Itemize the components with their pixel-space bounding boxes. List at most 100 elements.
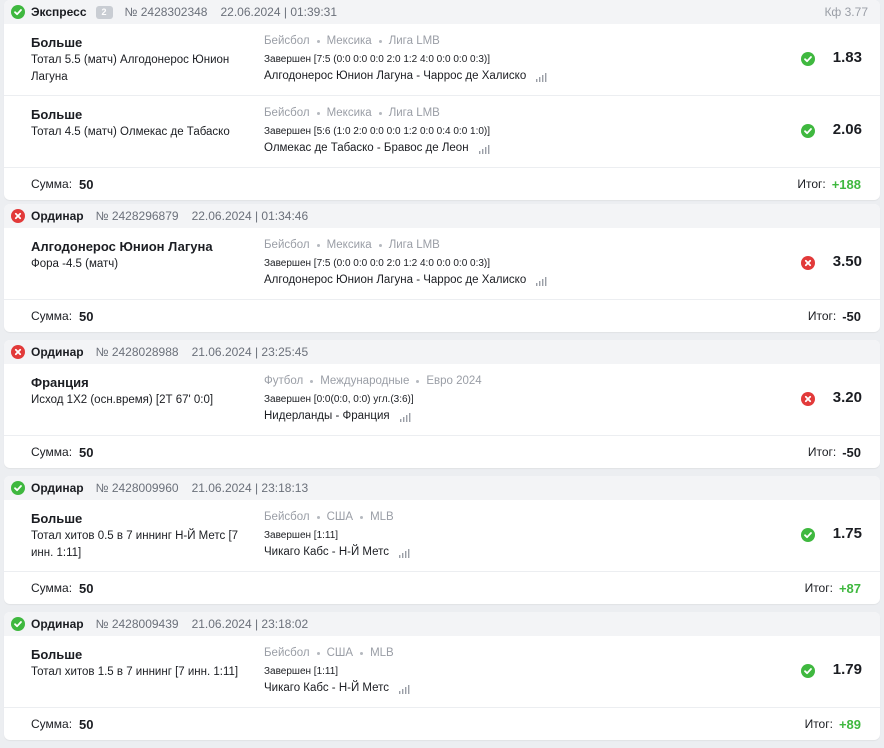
bet-type: Ординар [31, 617, 84, 631]
sum-label: Сумма: [31, 445, 73, 459]
cross-circle-icon [801, 256, 815, 270]
event-breadcrumb: Бейсбол США MLB [264, 510, 704, 524]
event-odds: 1.75 [832, 525, 862, 542]
event-odds: 3.20 [832, 389, 862, 406]
event-outcome: Больше [31, 647, 83, 662]
bet-header: Экспресс 2 № 2428302348 22.06.2024 | 01:… [4, 0, 880, 24]
event-teams[interactable]: Алгодонерос Юнион Лагуна - Чаррос де Хал… [264, 69, 526, 84]
bet-type: Ординар [31, 481, 84, 495]
bet-card[interactable]: Экспресс 2 № 2428302348 22.06.2024 | 01:… [4, 0, 880, 200]
bet-number: № 2428296879 [95, 209, 179, 223]
sum-label: Сумма: [31, 581, 73, 595]
event-teams[interactable]: Чикаго Кабс - Н-Й Метс [264, 545, 389, 560]
bet-footer: Сумма: 50 Итог: -50 [4, 300, 880, 332]
event-outcome: Алгодонерос Юнион Лагуна [31, 239, 213, 254]
bet-footer: Сумма: 50 Итог: +87 [4, 572, 880, 604]
event-league: MLB [370, 511, 394, 523]
event-score: Завершен [7:5 (0:0 0:0 0:0 2:0 1:2 4:0 0… [264, 54, 491, 65]
bet-card[interactable]: Ординар № 2428009960 21.06.2024 | 23:18:… [4, 476, 880, 604]
event-row[interactable]: Больше Тотал 5.5 (матч) Алгодонерос Юнио… [4, 24, 880, 96]
event-breadcrumb: Футбол Международные Евро 2024 [264, 374, 704, 388]
event-league: MLB [370, 647, 394, 659]
bet-date: 21.06.2024 | 23:18:13 [191, 481, 309, 495]
total-label: Итог: [804, 581, 833, 595]
bet-date: 22.06.2024 | 01:34:46 [191, 209, 309, 223]
sum-label: Сумма: [31, 177, 73, 191]
event-country: Мексика [326, 239, 372, 251]
total-label: Итог: [804, 717, 833, 731]
bet-type: Экспресс [31, 5, 87, 19]
event-market: Тотал хитов 1.5 в 7 иннинг [7 инн. 1:11] [31, 666, 239, 678]
event-row[interactable]: Больше Тотал 4.5 (матч) Олмекас де Табас… [4, 96, 880, 168]
bet-footer: Сумма: 50 Итог: -50 [4, 436, 880, 468]
bet-card[interactable]: Ординар № 2428028988 21.06.2024 | 23:25:… [4, 340, 880, 468]
bet-header: Ординар № 2428028988 21.06.2024 | 23:25:… [4, 340, 880, 364]
stats-bars-icon[interactable] [478, 144, 490, 154]
sum-label: Сумма: [31, 717, 73, 731]
total-label: Итог: [807, 445, 837, 459]
event-sport: Бейсбол [264, 511, 310, 523]
bet-header: Ординар № 2428009439 21.06.2024 | 23:18:… [4, 612, 880, 636]
event-sport: Бейсбол [264, 107, 310, 119]
event-breadcrumb: Бейсбол Мексика Лига LMB [264, 34, 704, 48]
event-score: Завершен [5:6 (1:0 2:0 0:0 0:0 1:2 0:0 0… [264, 126, 491, 137]
event-country: США [326, 647, 354, 659]
event-country: Международные [320, 375, 410, 387]
event-outcome: Франция [31, 375, 89, 390]
bet-footer: Сумма: 50 Итог: +89 [4, 708, 880, 740]
event-league: Лига LMB [388, 35, 440, 47]
total-label: Итог: [797, 177, 826, 191]
event-market: Тотал 4.5 (матч) Олмекас де Табаско [31, 126, 230, 138]
sum-value: 50 [79, 308, 94, 324]
check-circle-icon [801, 528, 815, 542]
event-teams[interactable]: Олмекас де Табаско - Бравос де Леон [264, 141, 469, 156]
event-outcome: Больше [31, 107, 83, 122]
event-breadcrumb: Бейсбол Мексика Лига LMB [264, 106, 704, 120]
event-score: Завершен [7:5 (0:0 0:0 0:0 2:0 1:2 4:0 0… [264, 258, 491, 269]
sum-label: Сумма: [31, 309, 73, 323]
bet-footer: Сумма: 50 Итог: +188 [4, 168, 880, 200]
check-circle-icon [11, 5, 25, 19]
bet-card[interactable]: Ординар № 2428296879 22.06.2024 | 01:34:… [4, 204, 880, 332]
event-row[interactable]: Больше Тотал хитов 0.5 в 7 иннинг Н-Й Ме… [4, 500, 880, 572]
event-teams[interactable]: Чикаго Кабс - Н-Й Метс [264, 681, 389, 696]
total-value: -50 [842, 444, 861, 460]
bet-number: № 2428009960 [95, 481, 179, 495]
sum-value: 50 [79, 716, 94, 732]
check-circle-icon [801, 52, 815, 66]
stats-bars-icon[interactable] [399, 548, 410, 558]
event-teams[interactable]: Нидерланды - Франция [264, 409, 390, 424]
event-league: Лига LMB [388, 239, 440, 251]
event-row[interactable]: Больше Тотал хитов 1.5 в 7 иннинг [7 инн… [4, 636, 880, 708]
event-outcome: Больше [31, 35, 83, 50]
check-circle-icon [801, 124, 815, 138]
event-market: Фора -4.5 (матч) [31, 258, 119, 270]
stats-bars-icon[interactable] [536, 276, 547, 286]
bet-number: № 2428028988 [95, 345, 179, 359]
event-sport: Бейсбол [264, 647, 310, 659]
event-row[interactable]: Алгодонерос Юнион Лагуна Фора -4.5 (матч… [4, 228, 880, 300]
total-value: -50 [842, 308, 861, 324]
event-country: США [326, 511, 354, 523]
sum-value: 50 [79, 176, 94, 192]
bet-header: Ординар № 2428009960 21.06.2024 | 23:18:… [4, 476, 880, 500]
stats-bars-icon[interactable] [399, 412, 411, 422]
stats-bars-icon[interactable] [536, 72, 547, 82]
total-value: +89 [838, 716, 861, 732]
bet-card[interactable]: Ординар № 2428009439 21.06.2024 | 23:18:… [4, 612, 880, 740]
event-row[interactable]: Франция Исход 1X2 (осн.время) [2Т 67' 0:… [4, 364, 880, 436]
stats-bars-icon[interactable] [399, 684, 410, 694]
cross-circle-icon [801, 392, 815, 406]
event-sport: Бейсбол [264, 35, 310, 47]
total-value: +188 [831, 176, 861, 192]
sum-value: 50 [79, 444, 94, 460]
event-sport: Бейсбол [264, 239, 310, 251]
event-teams[interactable]: Алгодонерос Юнион Лагуна - Чаррос де Хал… [264, 273, 526, 288]
event-score: Завершен [1:11] [264, 530, 339, 541]
event-odds: 1.83 [832, 49, 862, 66]
total-coefficient: Кф 3.77 [824, 5, 868, 19]
cross-circle-icon [11, 345, 25, 359]
event-market: Тотал хитов 0.5 в 7 иннинг Н-Й Метс [7 и… [31, 530, 239, 559]
event-outcome: Больше [31, 511, 83, 526]
check-circle-icon [801, 664, 815, 678]
